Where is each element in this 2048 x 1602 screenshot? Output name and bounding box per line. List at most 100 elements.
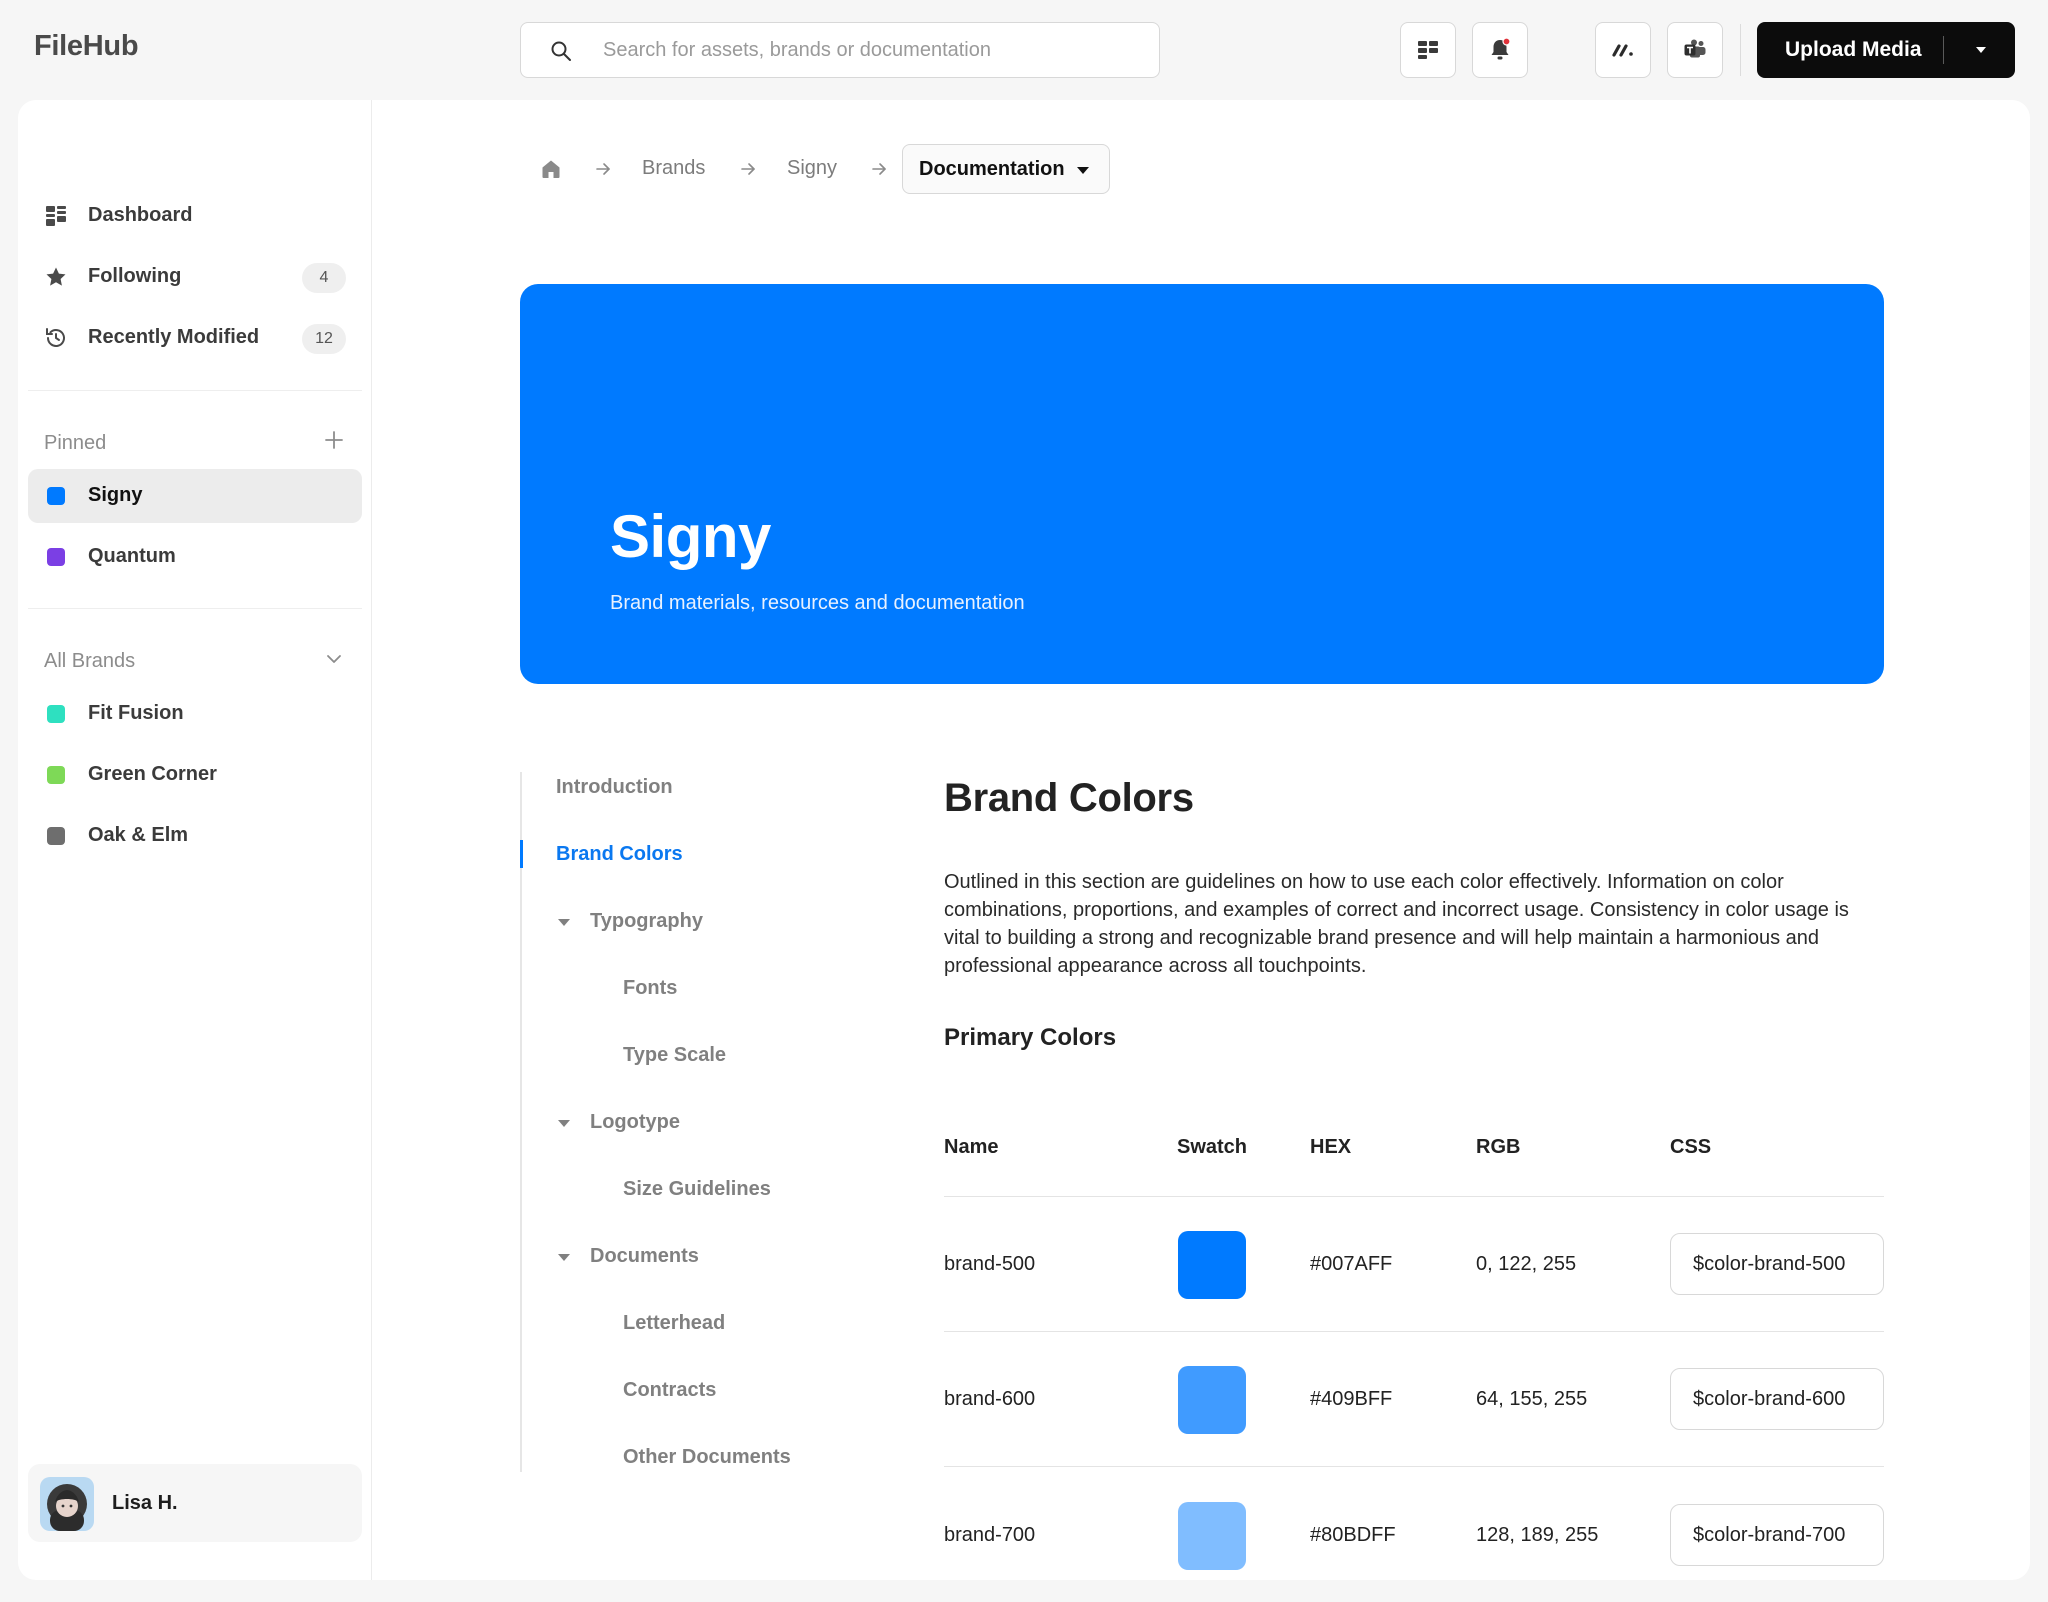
toc-item-documents[interactable]: Documents: [590, 1245, 699, 1268]
monday-integration-button[interactable]: [1595, 22, 1651, 78]
hero-title: Signy: [610, 503, 771, 570]
sidebar-item-label: Following: [88, 265, 182, 287]
chevron-down-icon[interactable]: [323, 648, 345, 670]
upload-media-button[interactable]: Upload Media: [1757, 22, 2015, 78]
toc-item-brand-colors[interactable]: Brand Colors: [556, 843, 683, 866]
hero-subtitle: Brand materials, resources and documenta…: [610, 592, 1025, 614]
column-header-hex: HEX: [1310, 1136, 1352, 1158]
history-icon: [46, 328, 65, 347]
app-logo[interactable]: FileHub: [34, 30, 139, 63]
caret-down-icon[interactable]: [556, 1115, 572, 1131]
sidebar-item-label: Fit Fusion: [88, 702, 184, 724]
color-rgb: 128, 189, 255: [1476, 1524, 1599, 1546]
sidebar: Dashboard Following 4 Recently Modified …: [18, 100, 372, 1580]
color-name: brand-600: [944, 1388, 1036, 1410]
grid-icon: [1418, 41, 1438, 59]
apps-button[interactable]: [1400, 22, 1456, 78]
sidebar-divider: [28, 390, 362, 391]
all-brands-heading: All Brands: [44, 650, 136, 672]
user-profile[interactable]: Lisa H.: [28, 1464, 362, 1542]
sidebar-item-label: Signy: [88, 484, 143, 506]
subsection-title: Primary Colors: [944, 1024, 1117, 1051]
monday-icon: [1612, 44, 1633, 57]
sidebar-item-dashboard[interactable]: Dashboard: [28, 189, 362, 243]
brand-color-dot: [47, 766, 65, 784]
brand-color-dot: [47, 548, 65, 566]
table-row: brand-700 #80BDFF 128, 189, 255 $color-b…: [944, 1468, 1884, 1602]
toc-active-marker: [520, 840, 523, 868]
toc-item-type-scale[interactable]: Type Scale: [623, 1044, 726, 1067]
css-variable-copy-button[interactable]: $color-brand-600: [1670, 1368, 1884, 1430]
avatar: [40, 1477, 94, 1531]
arrow-right-icon: [872, 163, 886, 175]
breadcrumb-current-dropdown[interactable]: Documentation: [902, 144, 1110, 194]
toc-item-size-guidelines[interactable]: Size Guidelines: [623, 1178, 771, 1201]
caret-down-icon[interactable]: [556, 914, 572, 930]
caret-down-icon[interactable]: [556, 1249, 572, 1265]
sidebar-item-green-corner[interactable]: Green Corner: [28, 748, 362, 802]
user-name: Lisa H.: [112, 1492, 178, 1514]
color-rgb: 64, 155, 255: [1476, 1388, 1588, 1410]
sidebar-item-quantum[interactable]: Quantum: [28, 530, 362, 584]
sidebar-item-following[interactable]: Following 4: [28, 250, 362, 304]
css-variable-copy-button[interactable]: $color-brand-700: [1670, 1504, 1884, 1566]
search-box[interactable]: [520, 22, 1160, 78]
sidebar-item-signy[interactable]: Signy: [28, 469, 362, 523]
sidebar-item-recently-modified[interactable]: Recently Modified 12: [28, 311, 362, 365]
brand-hero-banner: Signy Brand materials, resources and doc…: [520, 284, 1884, 684]
brand-color-dot: [47, 705, 65, 723]
arrow-right-icon: [596, 163, 610, 175]
column-header-rgb: RGB: [1476, 1136, 1521, 1158]
color-hex: #80BDFF: [1310, 1524, 1396, 1546]
breadcrumb-brands[interactable]: Brands: [642, 157, 705, 180]
teams-integration-button[interactable]: [1667, 22, 1723, 78]
column-header-css: CSS: [1670, 1136, 1712, 1158]
toc-item-logotype[interactable]: Logotype: [590, 1111, 680, 1134]
brand-color-dot: [47, 487, 65, 505]
sidebar-divider: [28, 608, 362, 609]
column-header-swatch: Swatch: [1177, 1136, 1248, 1158]
breadcrumb-signy[interactable]: Signy: [787, 157, 837, 180]
toolbar-divider: [1740, 24, 1741, 76]
table-row: brand-600 #409BFF 64, 155, 255 $color-br…: [944, 1332, 1884, 1466]
color-swatch: [1178, 1502, 1246, 1570]
sidebar-item-fit-fusion[interactable]: Fit Fusion: [28, 687, 362, 741]
search-input[interactable]: [603, 23, 1143, 77]
sidebar-item-label: Quantum: [88, 545, 176, 567]
sidebar-item-label: Recently Modified: [88, 326, 260, 348]
home-icon[interactable]: [540, 158, 562, 180]
css-variable: $color-brand-500: [1693, 1253, 1846, 1275]
top-bar: FileHub Upload Media: [0, 0, 2048, 100]
color-hex: #409BFF: [1310, 1388, 1393, 1410]
color-name: brand-700: [944, 1524, 1036, 1546]
toc-item-introduction[interactable]: Introduction: [556, 776, 673, 799]
css-variable: $color-brand-600: [1693, 1388, 1846, 1410]
dashboard-icon: [46, 206, 66, 226]
toc-item-contracts[interactable]: Contracts: [623, 1379, 716, 1402]
color-hex: #007AFF: [1310, 1253, 1393, 1275]
color-table-header: Name Swatch HEX RGB CSS: [944, 1136, 1884, 1166]
column-header-name: Name: [944, 1136, 999, 1158]
count-badge: 12: [302, 324, 346, 354]
teams-icon: [1684, 39, 1706, 58]
toc-item-letterhead[interactable]: Letterhead: [623, 1312, 725, 1335]
plus-icon[interactable]: [323, 429, 345, 451]
color-swatch: [1178, 1366, 1246, 1434]
sidebar-item-oak-and-elm[interactable]: Oak & Elm: [28, 809, 362, 863]
sidebar-item-label: Dashboard: [88, 204, 193, 226]
toc-item-typography[interactable]: Typography: [590, 910, 703, 933]
table-of-contents: Introduction Brand Colors Typography Fon…: [520, 772, 820, 1472]
table-row: brand-500 #007AFF 0, 122, 255 $color-bra…: [944, 1197, 1884, 1331]
brand-color-dot: [47, 827, 65, 845]
section-intro: Outlined in this section are guidelines …: [944, 871, 1849, 977]
css-variable: $color-brand-700: [1693, 1524, 1846, 1546]
upload-media-label: Upload Media: [1785, 38, 1922, 61]
toc-item-fonts[interactable]: Fonts: [623, 977, 677, 1000]
section-title: Brand Colors: [944, 776, 1194, 820]
notifications-button[interactable]: [1472, 22, 1528, 78]
star-icon: [46, 267, 66, 286]
toc-item-other-documents[interactable]: Other Documents: [623, 1446, 791, 1469]
chevron-down-icon[interactable]: [1970, 39, 1992, 61]
arrow-right-icon: [741, 163, 755, 175]
css-variable-copy-button[interactable]: $color-brand-500: [1670, 1233, 1884, 1295]
